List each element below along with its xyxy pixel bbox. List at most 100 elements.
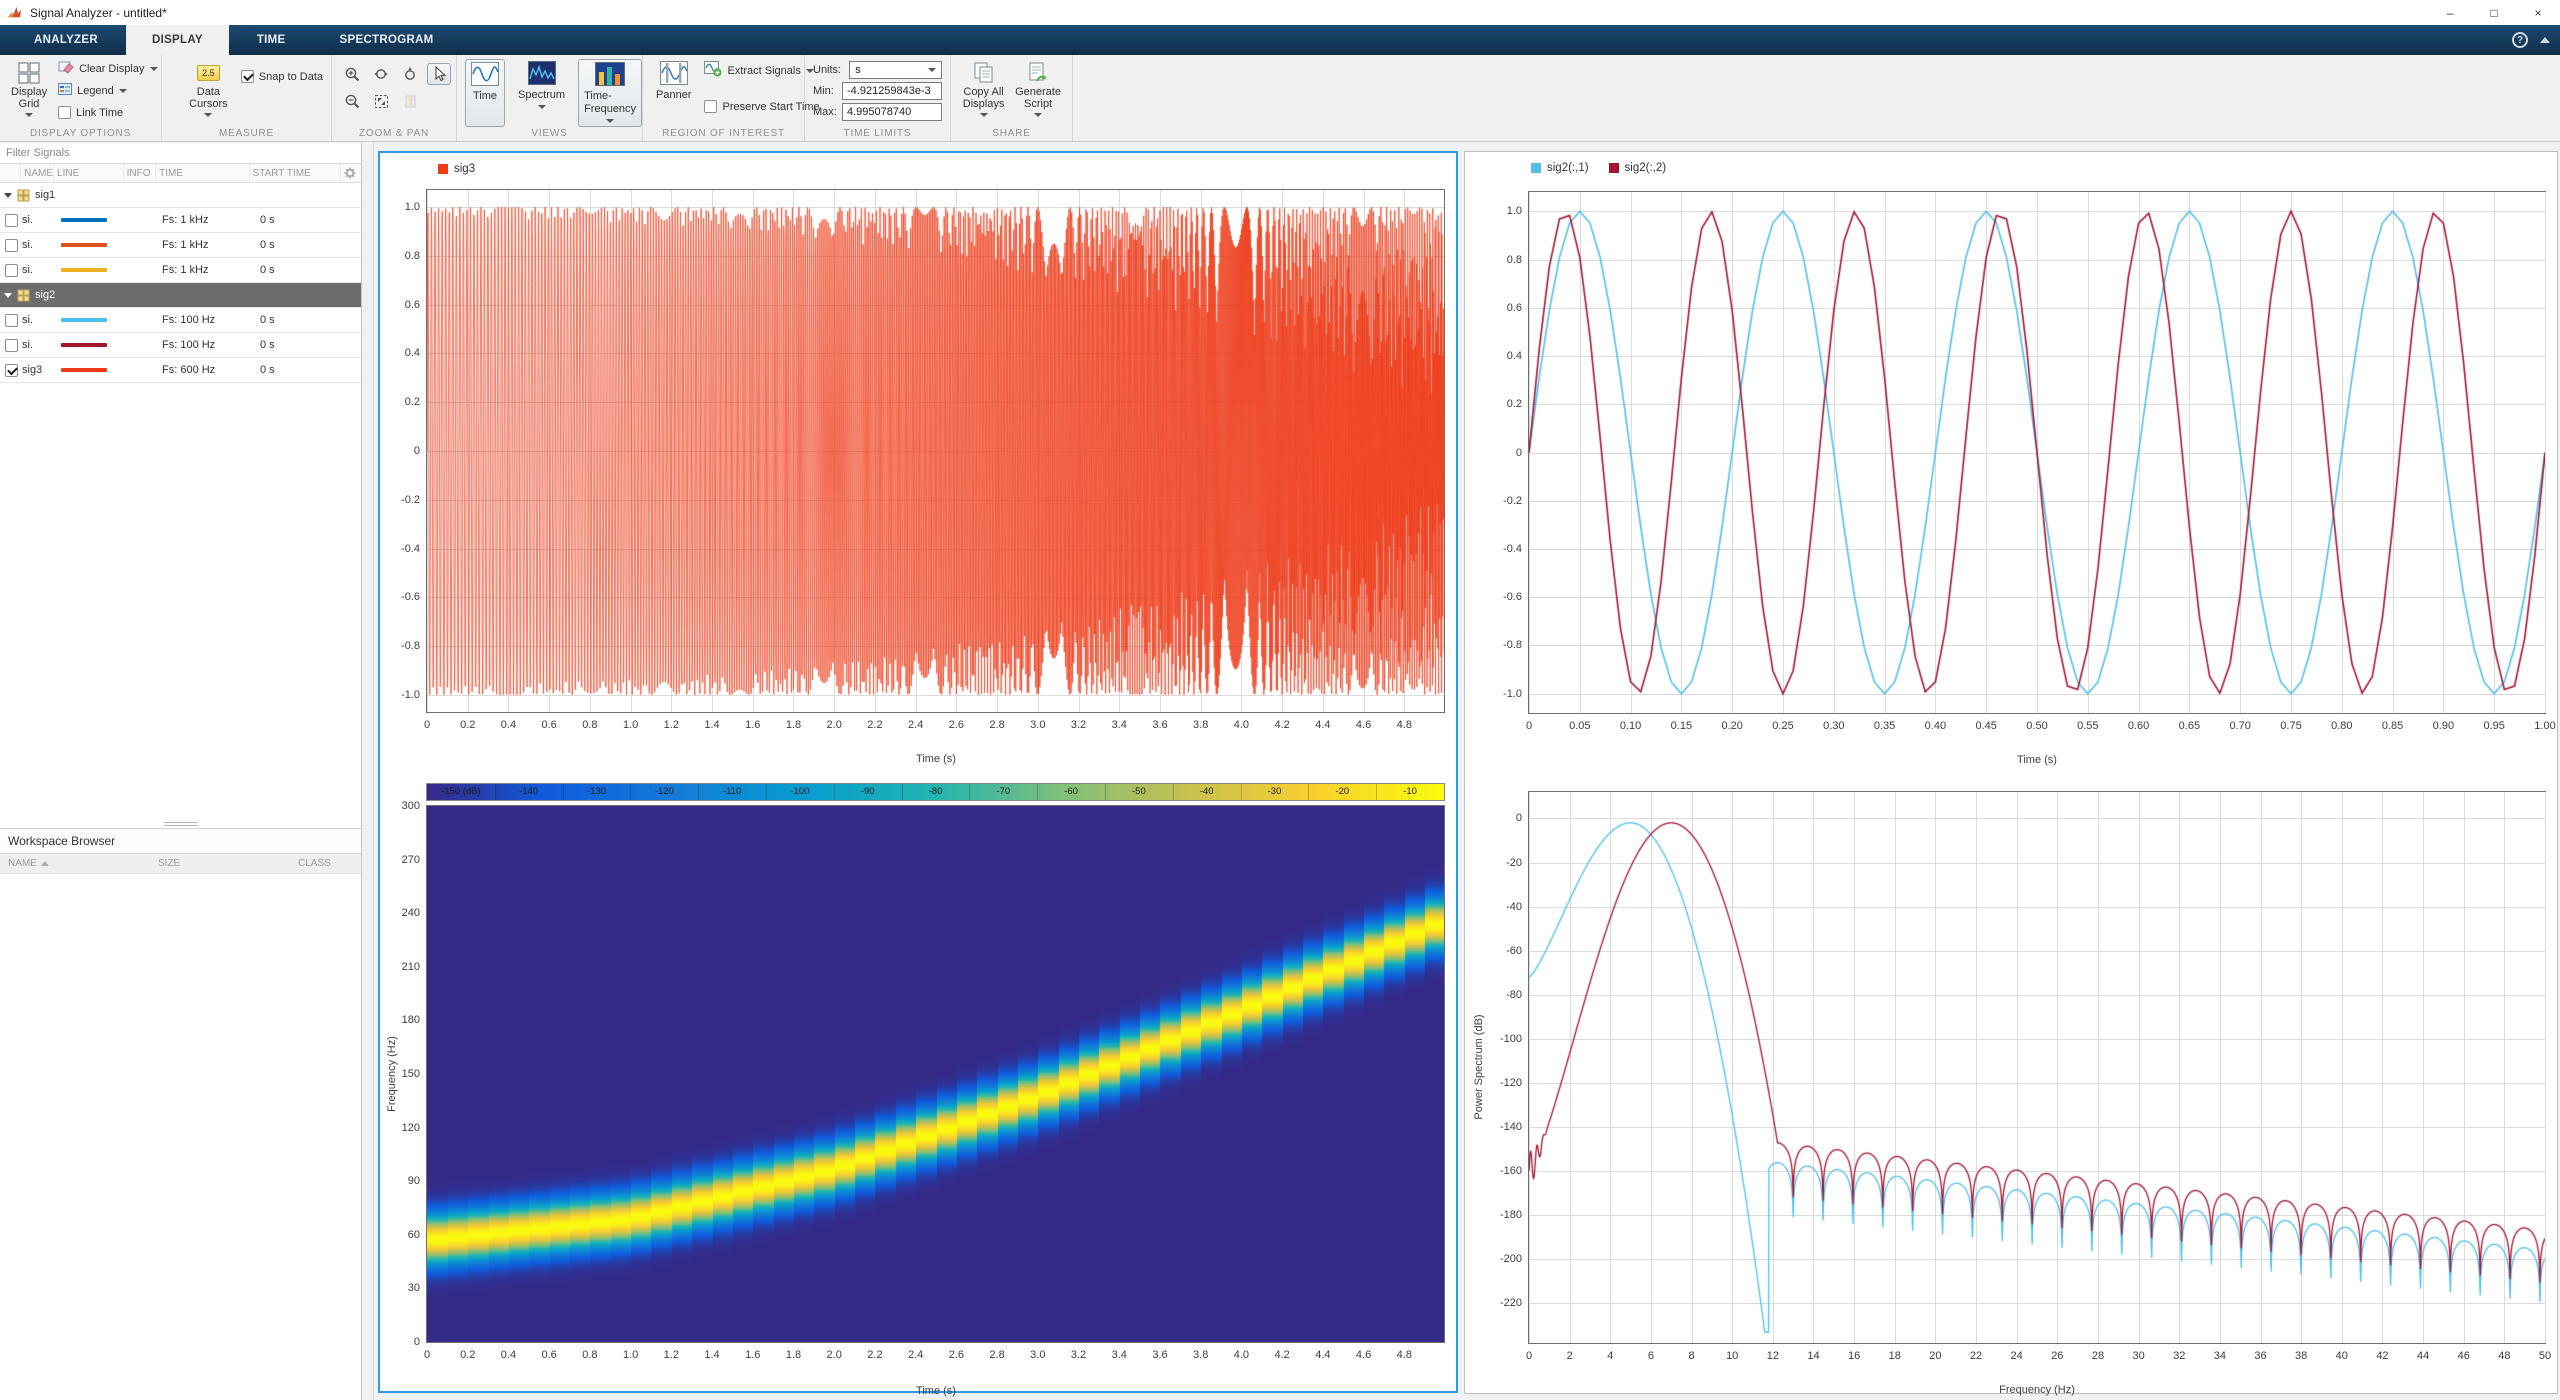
- checkbox-icon[interactable]: [5, 239, 18, 252]
- ws-column-size[interactable]: SIZE: [150, 858, 290, 869]
- legend-button[interactable]: Legend: [58, 81, 157, 100]
- x-tick-label: 0.8: [582, 1349, 597, 1361]
- x-tick-label: 2.8: [989, 719, 1004, 731]
- column-info[interactable]: INFO: [124, 164, 157, 182]
- data-cursors-button[interactable]: 2.5 Data Cursors: [184, 59, 233, 127]
- x-tick-label: 0.40: [1925, 720, 1946, 732]
- collapse-toolstrip-icon[interactable]: [2540, 37, 2550, 43]
- pan-icon[interactable]: [398, 90, 422, 112]
- y-tick-label: 0.2: [405, 396, 420, 408]
- checkbox-icon[interactable]: [5, 214, 18, 227]
- expander-icon[interactable]: [4, 293, 12, 298]
- signal-row[interactable]: si.Fs: 1 kHz0 s: [0, 233, 361, 258]
- zoom-y-icon[interactable]: [398, 63, 422, 85]
- time-frequency-view-button[interactable]: Time-Frequency: [578, 59, 642, 127]
- tab-time[interactable]: TIME: [231, 25, 312, 55]
- x-tick-label: 34: [2214, 1350, 2226, 1362]
- tab-spectrogram[interactable]: SPECTROGRAM: [314, 25, 460, 55]
- panner-button[interactable]: Panner: [651, 59, 696, 127]
- clear-display-button[interactable]: Clear Display: [58, 59, 157, 78]
- checkbox-icon[interactable]: [58, 106, 71, 119]
- snap-to-data-checkbox[interactable]: Snap to Data: [241, 67, 323, 86]
- sig2-spectrum-canvas[interactable]: [1529, 792, 2545, 1343]
- x-tick-label: 46: [2458, 1350, 2470, 1362]
- copy-all-displays-button[interactable]: Copy All Displays: [959, 59, 1008, 127]
- link-time-checkbox[interactable]: Link Time: [58, 103, 157, 122]
- column-line[interactable]: LINE: [54, 164, 124, 182]
- column-start-time[interactable]: START TIME: [250, 164, 341, 182]
- x-tick-label: 0.50: [2026, 720, 2047, 732]
- signal-row[interactable]: si.Fs: 1 kHz0 s: [0, 258, 361, 283]
- line-style-swatch[interactable]: [61, 368, 107, 372]
- panel-resize-handle[interactable]: [0, 819, 361, 828]
- checkbox-icon[interactable]: [704, 100, 717, 113]
- maximize-button[interactable]: □: [2472, 0, 2516, 25]
- signal-group-icon: [17, 289, 30, 302]
- signal-row[interactable]: si.Fs: 1 kHz0 s: [0, 208, 361, 233]
- fit-to-view-icon[interactable]: [369, 90, 393, 112]
- zoom-out-icon[interactable]: [340, 90, 364, 112]
- signal-group-row[interactable]: sig1: [0, 183, 361, 208]
- gear-icon[interactable]: [344, 167, 356, 179]
- checkbox-icon[interactable]: [5, 314, 18, 327]
- zoom-in-icon[interactable]: [340, 63, 364, 85]
- x-tick-label: 24: [2011, 1350, 2023, 1362]
- time-view-button[interactable]: Time: [465, 59, 505, 127]
- signal-row[interactable]: sig3Fs: 600 Hz0 s: [0, 358, 361, 383]
- line-style-swatch[interactable]: [61, 243, 107, 247]
- sidebar-splitter[interactable]: [362, 143, 374, 1400]
- column-name[interactable]: NAME: [21, 164, 54, 182]
- signal-group-name: sig1: [35, 189, 55, 201]
- preserve-start-time-checkbox[interactable]: Preserve Start Time: [704, 97, 819, 116]
- x-axis-label: Time (s): [916, 753, 956, 765]
- sig3-waveform-canvas[interactable]: [427, 190, 1444, 712]
- min-time-field[interactable]: [842, 82, 942, 100]
- display-1-selected[interactable]: sig3 00.20.40.60.81.01.21.41.61.82.02.22…: [378, 151, 1458, 1393]
- display-2[interactable]: sig2(:,1) sig2(:,2) 00.050.100.150.200.2…: [1464, 151, 2558, 1394]
- spectrum-view-button[interactable]: Spectrum: [513, 59, 570, 127]
- help-icon[interactable]: ?: [2512, 32, 2528, 48]
- column-time[interactable]: TIME: [156, 164, 249, 182]
- zoom-x-icon[interactable]: [369, 63, 393, 85]
- tab-display[interactable]: DISPLAY: [126, 25, 229, 55]
- matlab-logo-icon: [7, 5, 22, 20]
- sig3-spectrogram-canvas[interactable]: [427, 806, 1444, 1342]
- extract-signals-button[interactable]: Extract Signals: [704, 61, 819, 80]
- line-style-swatch[interactable]: [61, 318, 107, 322]
- checkbox-icon[interactable]: [5, 339, 18, 352]
- line-style-swatch[interactable]: [61, 218, 107, 222]
- signal-group-row[interactable]: sig2: [0, 283, 361, 308]
- filter-signals-input[interactable]: [0, 143, 361, 163]
- max-time-field[interactable]: [842, 103, 942, 121]
- generate-script-button[interactable]: Generate Script: [1012, 59, 1064, 127]
- ws-column-class[interactable]: CLASS: [290, 858, 361, 869]
- link-time-label: Link Time: [76, 107, 123, 119]
- chevron-down-icon: [150, 67, 158, 71]
- x-tick-label: 0.55: [2077, 720, 2098, 732]
- section-caption: DISPLAY OPTIONS: [0, 128, 161, 139]
- line-style-swatch[interactable]: [61, 268, 107, 272]
- checkbox-checked-icon[interactable]: [5, 364, 18, 377]
- x-tick-label: 3.0: [1030, 1349, 1045, 1361]
- signal-row[interactable]: si.Fs: 100 Hz0 s: [0, 308, 361, 333]
- sig2-waveform-canvas[interactable]: [1529, 192, 2545, 713]
- tab-analyzer[interactable]: ANALYZER: [8, 25, 124, 55]
- line-style-swatch[interactable]: [61, 343, 107, 347]
- y-tick-label: 90: [408, 1175, 420, 1187]
- section-region-of-interest: Panner Extract Signals Preserve Start Ti…: [643, 55, 805, 141]
- eraser-icon: [58, 60, 74, 77]
- colorbar-segment-divider: [969, 784, 970, 800]
- x-axis-label: Time (s): [2017, 754, 2057, 766]
- ws-column-name[interactable]: NAME: [0, 858, 150, 869]
- x-tick-label: 0.90: [2433, 720, 2454, 732]
- minimize-button[interactable]: –: [2428, 0, 2472, 25]
- close-button[interactable]: ×: [2516, 0, 2560, 25]
- x-tick-label: 0: [1526, 720, 1532, 732]
- expander-icon[interactable]: [4, 193, 12, 198]
- pointer-icon[interactable]: [427, 63, 451, 85]
- checkbox-icon[interactable]: [5, 264, 18, 277]
- display-grid-button[interactable]: Display Grid: [8, 59, 50, 127]
- checkbox-checked-icon[interactable]: [241, 70, 254, 83]
- units-select[interactable]: s: [849, 61, 942, 79]
- signal-row[interactable]: si.Fs: 100 Hz0 s: [0, 333, 361, 358]
